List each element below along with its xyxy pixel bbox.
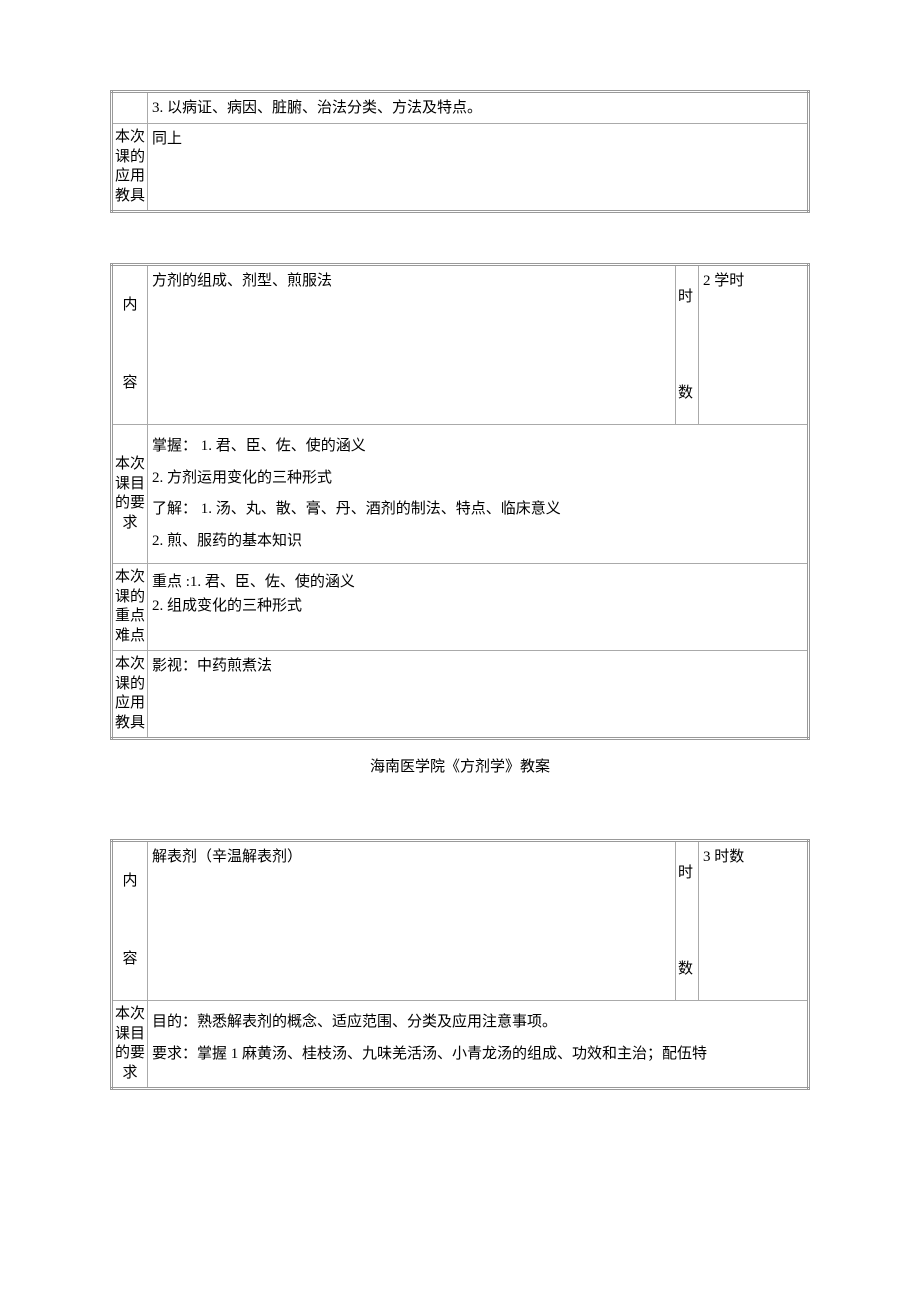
- tools-label: 本次课的应用教具: [112, 124, 148, 212]
- req-line-1: 掌握： 1. 君、臣、佐、使的涵义: [152, 431, 803, 463]
- requirements-text: 掌握： 1. 君、臣、佐、使的涵义 2. 方剂运用变化的三种形式 了解： 1. …: [148, 425, 809, 564]
- content-label: 内 容: [112, 265, 148, 425]
- focus-text: 重点 :1. 君、臣、佐、使的涵义 2. 组成变化的三种形式: [148, 564, 809, 651]
- tools-text: 同上: [148, 124, 809, 212]
- req-line-4: 2. 煎、服药的基本知识: [152, 526, 803, 558]
- req-line-3: 了解： 1. 汤、丸、散、膏、丹、酒剂的制法、特点、临床意义: [152, 494, 803, 526]
- focus-line-2: 2. 组成变化的三种形式: [152, 594, 803, 618]
- requirements-text: 目的：熟悉解表剂的概念、适应范围、分类及应用注意事项。 要求：掌握 1 麻黄汤、…: [148, 1001, 809, 1089]
- requirements-label: 本次课目的要求: [112, 1001, 148, 1089]
- lesson-table-composition: 内 容 方剂的组成、剂型、煎服法 时 数 2 学时 本次课目的要求 掌握： 1.…: [110, 263, 810, 740]
- document-caption: 海南医学院《方剂学》教案: [110, 755, 810, 779]
- requirements-label: 本次课目的要求: [112, 425, 148, 564]
- tools-text: 影视：中药煎煮法: [148, 651, 809, 739]
- hours-label: 时 数: [676, 841, 699, 1001]
- content-text: 方剂的组成、剂型、煎服法: [148, 265, 676, 425]
- focus-line-1: 重点 :1. 君、臣、佐、使的涵义: [152, 570, 803, 594]
- content-label: 内 容: [112, 841, 148, 1001]
- lesson-table-jiebiao: 内 容 解表剂（辛温解表剂） 时 数 3 时数 本次课目的要求 目的：熟悉解表剂…: [110, 839, 810, 1090]
- focus-label: 本次课的重点难点: [112, 564, 148, 651]
- prev-row-text: 3. 以病证、病因、脏腑、治法分类、方法及特点。: [148, 92, 809, 124]
- tools-label: 本次课的应用教具: [112, 651, 148, 739]
- hours-value: 2 学时: [699, 265, 809, 425]
- hours-label: 时 数: [676, 265, 699, 425]
- prev-empty-label: [112, 92, 148, 124]
- hours-value: 3 时数: [699, 841, 809, 1001]
- req-line-1: 目的：熟悉解表剂的概念、适应范围、分类及应用注意事项。: [152, 1007, 803, 1039]
- lesson-table-continuation: 3. 以病证、病因、脏腑、治法分类、方法及特点。 本次课的应用教具 同上: [110, 90, 810, 213]
- req-line-2: 2. 方剂运用变化的三种形式: [152, 463, 803, 495]
- content-text: 解表剂（辛温解表剂）: [148, 841, 676, 1001]
- req-line-2: 要求：掌握 1 麻黄汤、桂枝汤、九味羌活汤、小青龙汤的组成、功效和主治；配伍特: [152, 1039, 803, 1071]
